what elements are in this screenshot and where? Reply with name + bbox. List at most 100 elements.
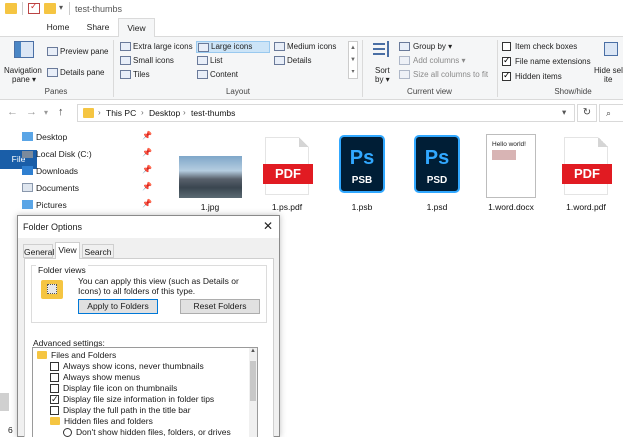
folder-views-text: You can apply this view (such as Details…	[78, 276, 239, 296]
tree-item-display-file-size[interactable]: Display file size information in folder …	[50, 394, 214, 405]
apply-to-folders-button[interactable]: Apply to Folders	[78, 299, 158, 314]
reset-folders-button[interactable]: Reset Folders	[180, 299, 260, 314]
tab-search[interactable]: Search	[82, 244, 114, 258]
customize-qat-icon[interactable]: ▾	[59, 3, 63, 12]
tab-view[interactable]: View	[55, 242, 80, 259]
tiles-icon	[120, 70, 131, 79]
checkbox[interactable]	[50, 384, 59, 393]
photo-thumbnail	[179, 156, 242, 198]
nav-item-pictures[interactable]: Pictures 📌	[22, 197, 152, 213]
hide-selected-icon[interactable]	[604, 42, 618, 56]
radio-button[interactable]	[63, 428, 72, 437]
folder-icon	[5, 3, 17, 14]
hidden-items-label: Hidden items	[515, 72, 562, 81]
tree-scrollbar[interactable]: ▲	[249, 347, 258, 437]
sort-by-button[interactable]: Sort	[375, 66, 390, 75]
tree-item-display-full-path[interactable]: Display the full path in the title bar	[50, 405, 191, 416]
nav-scrollbar[interactable]	[0, 393, 9, 411]
breadcrumb-test-thumbs[interactable]: test-thumbs	[191, 108, 235, 118]
ribbon-tabs: File Home Share View	[0, 18, 623, 169]
preview-pane-button[interactable]: Preview pane	[60, 47, 108, 56]
file-name-extensions-checkbox[interactable]	[502, 55, 511, 66]
address-bar[interactable]: › This PC › Desktop › test-thumbs ▾	[77, 104, 575, 122]
close-icon[interactable]: ✕	[263, 219, 273, 233]
pdf-icon: PDF	[562, 137, 612, 195]
pin-icon[interactable]: 📌	[142, 148, 152, 157]
navigation-pane-button[interactable]: Navigation	[4, 66, 42, 75]
checkbox[interactable]	[50, 362, 59, 371]
size-all-columns-button[interactable]: Size all columns to fit	[413, 70, 488, 79]
pin-icon[interactable]: 📌	[142, 165, 152, 174]
item-check-boxes-checkbox[interactable]	[502, 42, 511, 51]
tab-general[interactable]: General	[23, 244, 54, 258]
dialog-title-bar: Folder Options ✕	[18, 216, 279, 238]
file-name-extensions-label: File name extensions	[515, 57, 591, 66]
nav-item-downloads[interactable]: Downloads 📌	[22, 163, 152, 179]
up-arrow-icon[interactable]: ↑	[58, 106, 64, 118]
panes-group-label: Panes	[44, 87, 68, 96]
layout-details[interactable]: Details	[273, 55, 345, 67]
sort-by-button-2[interactable]: by ▾	[375, 75, 390, 84]
address-history-icon[interactable]: ▾	[562, 107, 566, 118]
group-by-button[interactable]: Group by ▾	[413, 42, 452, 51]
medium-icons-icon	[274, 42, 285, 51]
layout-medium-icons[interactable]: Medium icons	[273, 41, 345, 53]
tree-item-always-show-icons[interactable]: Always show icons, never thumbnails	[50, 361, 204, 372]
refresh-icon[interactable]: ↻	[577, 104, 597, 122]
new-folder-icon[interactable]	[44, 3, 56, 14]
layout-large-icons[interactable]: Large icons	[196, 41, 270, 53]
hidden-items-checkbox[interactable]	[502, 70, 511, 81]
layout-list[interactable]: List	[196, 55, 270, 67]
divider	[22, 2, 23, 15]
tab-home[interactable]: Home	[40, 18, 76, 37]
large-icons-icon	[198, 43, 209, 52]
navigation-pane-button-2[interactable]: pane ▾	[12, 75, 36, 84]
tree-item-dont-show-hidden[interactable]: Don't show hidden files, folders, or dri…	[63, 427, 231, 437]
tab-share[interactable]: Share	[78, 18, 118, 37]
pin-icon[interactable]: 📌	[142, 182, 152, 191]
nav-item-documents[interactable]: Documents 📌	[22, 180, 152, 196]
layout-extra-large-icons[interactable]: Extra large icons	[119, 41, 195, 53]
back-arrow-icon[interactable]: ←	[7, 106, 18, 118]
details-pane-button[interactable]: Details pane	[60, 68, 104, 77]
folder-icon	[83, 108, 94, 118]
add-columns-icon	[399, 56, 410, 65]
tree-item-always-show-menus[interactable]: Always show menus	[50, 372, 140, 383]
tab-view[interactable]: View	[118, 18, 155, 38]
checkbox[interactable]	[50, 394, 59, 405]
breadcrumb-this-pc[interactable]: This PC	[106, 108, 136, 118]
preview-pane-icon	[47, 47, 58, 56]
hide-selected-button-2[interactable]: ite	[604, 75, 612, 84]
breadcrumb-desktop[interactable]: Desktop	[149, 108, 180, 118]
scroll-up-icon[interactable]: ▲	[249, 348, 257, 354]
title-bar: ✓ ▾ test-thumbs	[0, 0, 623, 18]
tree-item-files-and-folders[interactable]: Files and Folders	[37, 350, 116, 361]
folder-icon	[37, 351, 47, 359]
sort-by-icon[interactable]	[373, 41, 391, 59]
folder-views-legend: Folder views	[36, 265, 88, 275]
nav-item-desktop[interactable]: Desktop 📌	[22, 129, 152, 145]
tree-item-display-file-icon[interactable]: Display file icon on thumbnails	[50, 383, 177, 394]
layout-scroll[interactable]: ▲ ▼ ▾	[348, 41, 358, 79]
layout-tiles[interactable]: Tiles	[119, 69, 195, 81]
tree-item-hidden-files[interactable]: Hidden files and folders	[50, 416, 153, 427]
show-hide-group-label: Show/hide	[554, 87, 592, 96]
search-box[interactable]: ⌕	[599, 104, 623, 122]
layout-small-icons[interactable]: Small icons	[119, 55, 195, 67]
checkbox[interactable]	[50, 373, 59, 382]
forward-arrow-icon[interactable]: →	[26, 106, 37, 118]
navigation-pane-icon[interactable]	[14, 41, 34, 58]
document-thumbnail: Hello world!	[486, 134, 536, 198]
pin-icon[interactable]: 📌	[142, 131, 152, 140]
add-columns-button[interactable]: Add columns ▾	[413, 56, 465, 65]
pin-icon[interactable]: 📌	[142, 199, 152, 208]
recent-locations-icon[interactable]: ▾	[44, 108, 48, 117]
scroll-thumb[interactable]	[250, 361, 256, 401]
checkbox[interactable]	[50, 406, 59, 415]
properties-icon[interactable]: ✓	[28, 1, 40, 14]
photoshop-icon: Ps PSD	[414, 135, 460, 193]
layout-content[interactable]: Content	[196, 69, 270, 81]
nav-item-local-disk[interactable]: Local Disk (C:) 📌	[22, 146, 152, 162]
advanced-settings-tree[interactable]: Files and Folders Always show icons, nev…	[32, 347, 256, 437]
hide-selected-button[interactable]: Hide sel	[594, 66, 623, 75]
